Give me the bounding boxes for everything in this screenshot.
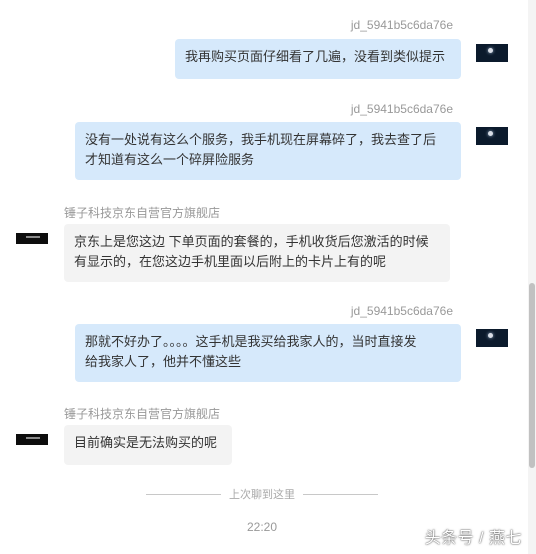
history-divider: 上次聊到这里 [146, 487, 378, 501]
watermark: 头条号 / 燕七 [424, 530, 522, 547]
timestamp: 22:20 [246, 520, 278, 534]
store-avatar[interactable] [16, 434, 48, 445]
message-bubble-outgoing[interactable]: 没有一处说有这么个服务，我手机现在屏幕碎了，我去查了后 才知道有这么一个碎屏险服… [75, 122, 461, 180]
store-avatar[interactable] [16, 233, 48, 244]
scrollbar-thumb[interactable] [529, 283, 535, 468]
message-sender: 锤子科技京东自营官方旗舰店 [64, 407, 221, 421]
divider-line [303, 493, 378, 495]
chat-window: jd_5941b5c6da76e 我再购买页面仔细看了几遍，没看到类似提示 jd… [0, 0, 528, 554]
user-avatar[interactable] [476, 44, 508, 62]
smartisan-logo-icon [26, 437, 40, 439]
user-avatar[interactable] [476, 127, 508, 145]
message-sender: jd_5941b5c6da76e [350, 18, 453, 32]
message-sender: jd_5941b5c6da76e [350, 102, 453, 116]
scrollbar[interactable] [528, 0, 536, 554]
divider-line [146, 493, 221, 495]
message-bubble-incoming[interactable]: 目前确实是无法购买的呢 [64, 425, 232, 465]
smartisan-logo-icon [26, 236, 40, 238]
message-bubble-outgoing[interactable]: 那就不好办了。。。。这手机是我买给我家人的，当时直接发 给我家人了，他并不懂这些 [75, 324, 461, 382]
message-bubble-incoming[interactable]: 京东上是您这边 下单页面的套餐的，手机收货后您激活的时候 有显示的，在您这边手机… [64, 224, 450, 282]
message-bubble-outgoing[interactable]: 我再购买页面仔细看了几遍，没看到类似提示 [175, 39, 461, 79]
message-sender: jd_5941b5c6da76e [350, 304, 453, 318]
message-sender: 锤子科技京东自营官方旗舰店 [64, 206, 221, 220]
divider-label: 上次聊到这里 [229, 489, 295, 501]
user-avatar[interactable] [476, 329, 508, 347]
